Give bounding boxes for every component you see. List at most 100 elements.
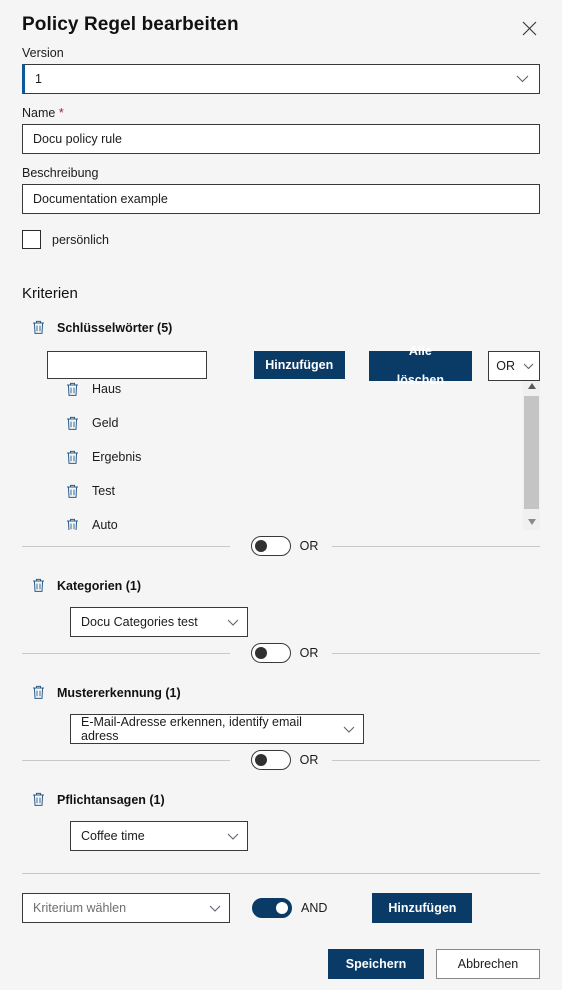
add-keyword-button[interactable]: Hinzufügen (254, 351, 345, 379)
keywords-title: Schlüsselwörter (5) (57, 320, 173, 335)
trash-icon[interactable] (30, 683, 47, 702)
scrollbar-thumb[interactable] (524, 396, 539, 509)
categories-title: Kategorien (1) (57, 578, 142, 593)
divider-line (332, 759, 540, 761)
trash-icon[interactable] (64, 516, 81, 530)
personal-checkbox-row[interactable]: persönlich (22, 230, 540, 249)
chevron-down-icon (227, 619, 239, 626)
version-label: Version (22, 46, 64, 60)
pattern-header: Mustererkennung (1) (30, 683, 540, 702)
cancel-button[interactable]: Abbrechen (436, 949, 540, 979)
keywords-block: Hinzufügen Alle löschen OR Haus Geld Erg… (22, 344, 540, 556)
keywords-operator-select[interactable]: OR (488, 351, 540, 381)
description-label: Beschreibung (22, 166, 99, 180)
toggle-knob (276, 902, 288, 914)
operator-divider: OR (22, 750, 540, 770)
personal-checkbox[interactable] (22, 230, 41, 249)
list-item[interactable]: Auto (64, 508, 524, 530)
trash-icon[interactable] (30, 318, 47, 337)
operator-divider: OR (22, 536, 540, 556)
list-item[interactable]: Ergebnis (64, 440, 524, 474)
pattern-select[interactable]: E-Mail-Adresse erkennen, identify email … (70, 714, 364, 744)
chevron-down-icon (227, 833, 239, 840)
save-button[interactable]: Speichern (328, 949, 424, 979)
close-button[interactable] (514, 13, 544, 43)
criterion-select[interactable]: Kriterium wählen (22, 893, 230, 923)
name-label-text: Name (22, 106, 56, 120)
categories-select[interactable]: Docu Categories test (70, 607, 248, 637)
clear-all-keywords-button[interactable]: Alle löschen (368, 344, 473, 387)
chevron-down-icon (343, 726, 355, 733)
footer-divider (22, 873, 540, 874)
categories-block: Kategorien (1) Docu Categories test OR (22, 576, 540, 663)
categories-select-value: Docu Categories test (81, 615, 198, 629)
pattern-title: Mustererkennung (1) (57, 685, 181, 700)
dialog-header: Policy Regel bearbeiten (22, 0, 540, 46)
toggle-knob (254, 754, 267, 766)
chevron-down-icon (523, 363, 534, 370)
operator-toggle-label: OR (299, 753, 319, 767)
announcements-title: Pflichtansagen (1) (57, 792, 165, 807)
criterion-toggle-wrap: AND (252, 898, 327, 918)
keyword-label: Test (92, 483, 115, 498)
criterion-operator-label: AND (301, 901, 328, 915)
name-field[interactable] (22, 124, 540, 154)
divider-line (332, 545, 540, 547)
name-label: Name * (22, 106, 540, 120)
policy-rule-dialog: Policy Regel bearbeiten Version 1 Name *… (0, 0, 562, 990)
operator-divider: OR (22, 643, 540, 663)
dialog-actions: Speichern Abbrechen (22, 949, 540, 979)
add-criterion-row: Kriterium wählen AND Hinzufügen (22, 893, 540, 923)
clear-all-line1: Alle (408, 344, 432, 359)
personal-checkbox-label: persönlich (52, 232, 109, 247)
add-criterion-button[interactable]: Hinzufügen (372, 893, 473, 923)
toggle-knob (254, 647, 267, 659)
trash-icon[interactable] (30, 576, 47, 595)
keyword-label: Geld (92, 415, 119, 430)
list-item[interactable]: Geld (64, 406, 524, 440)
announcements-select-value: Coffee time (81, 829, 145, 843)
operator-toggle[interactable] (250, 750, 291, 770)
scroll-down-icon[interactable] (523, 513, 540, 530)
keywords-list: Haus Geld Ergebnis Test Auto (64, 372, 524, 530)
criteria-section-title: Kriterien (22, 285, 78, 302)
trash-icon[interactable] (64, 482, 81, 501)
operator-toggle-label: OR (299, 646, 319, 660)
categories-header: Kategorien (1) (30, 576, 540, 595)
keywords-toolbar: Hinzufügen Alle löschen OR (22, 344, 540, 387)
keywords-header: Schlüsselwörter (5) (30, 318, 540, 337)
trash-icon[interactable] (64, 380, 81, 399)
announcements-block: Pflichtansagen (1) Coffee time (22, 790, 540, 851)
divider-line (22, 652, 230, 654)
version-select-value: 1 (35, 72, 42, 86)
divider-line (22, 759, 230, 761)
toggle-knob (254, 540, 267, 552)
keywords-operator-value: OR (496, 359, 515, 373)
operator-toggle[interactable] (250, 643, 291, 663)
criterion-operator-toggle[interactable] (252, 898, 292, 918)
announcements-select[interactable]: Coffee time (70, 821, 248, 851)
keywords-scrollbar[interactable] (523, 377, 540, 530)
keyword-input[interactable] (47, 351, 207, 379)
close-icon (522, 21, 537, 36)
operator-toggle-label: OR (299, 539, 319, 553)
keyword-label: Auto (92, 517, 118, 530)
keywords-list-wrapper: Haus Geld Ergebnis Test Auto (22, 372, 540, 530)
page-title: Policy Regel bearbeiten (22, 14, 239, 35)
chevron-down-icon (516, 75, 529, 83)
description-field[interactable] (22, 184, 540, 214)
list-item[interactable]: Test (64, 474, 524, 508)
chevron-down-icon (209, 905, 221, 912)
pattern-block: Mustererkennung (1) E-Mail-Adresse erken… (22, 683, 540, 770)
divider-line (332, 652, 540, 654)
operator-toggle[interactable] (250, 536, 291, 556)
keyword-label: Ergebnis (92, 449, 142, 464)
trash-icon[interactable] (64, 448, 81, 467)
trash-icon[interactable] (30, 790, 47, 809)
trash-icon[interactable] (64, 414, 81, 433)
pattern-select-value: E-Mail-Adresse erkennen, identify email … (81, 715, 302, 743)
version-select[interactable]: 1 (22, 64, 540, 94)
clear-all-line2: löschen (396, 373, 444, 388)
required-marker: * (58, 106, 64, 120)
announcements-header: Pflichtansagen (1) (30, 790, 540, 809)
